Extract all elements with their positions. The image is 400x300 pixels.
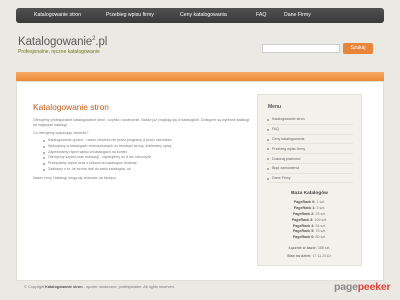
logo-title: Katalogowanie2.pl [18, 36, 108, 48]
pagepeeker-watermark: pagepeeker [334, 281, 391, 293]
top-navigation: Katalogowanie stron Przebieg wpisu firmy… [16, 8, 384, 23]
search-button[interactable]: Szukaj [343, 43, 373, 54]
sidebar-item-platnosci[interactable]: Dokonaj płatności [266, 154, 353, 164]
nav-item-ceny[interactable]: Ceny katalogowania [180, 12, 227, 18]
nav-item-przebieg[interactable]: Przebieg wpisu firmy [106, 12, 154, 18]
main-panel: Katalogowanie stron Oferujemy profesjona… [16, 81, 384, 281]
list-item: Zadbamy o to, że strona trafi do wielu k… [43, 167, 251, 173]
feature-list: Katalogowanie ręczne - nasze zlecenia ni… [43, 138, 251, 173]
site-logo[interactable]: Katalogowanie2.pl Profesjonalne, ręczne … [18, 36, 107, 55]
main-content: Katalogowanie stron Oferujemy profesjona… [33, 102, 251, 181]
sidebar-item-przebieg[interactable]: Przebieg wpisu firmy [266, 144, 353, 155]
menu-title: Menu [268, 104, 282, 110]
intro-text: Oferujemy profesjonalne katalogowanie st… [33, 118, 250, 127]
sidebar-item-ceny[interactable]: Ceny katalogowania [266, 135, 353, 145]
stats-total: Łącznie w bazie: 388 szt. [288, 246, 331, 251]
sidebar-item-katalogowanie[interactable]: Katalogowanie stron [266, 115, 353, 125]
sidebar-item-faq[interactable]: FAQ [266, 125, 353, 135]
sidebar: Menu Katalogowanie stron FAQ Ceny katalo… [257, 94, 362, 266]
outro-text: Nasze ceny i katalogi mogą się zmieniać … [33, 175, 118, 180]
stat-row: PageRank 6: 80 szt. [292, 235, 327, 240]
sidebar-menu: Katalogowanie stron FAQ Ceny katalogowan… [266, 115, 353, 184]
stats-summary: Łącznie w bazie: 388 szt. Stan na dzień:… [258, 245, 361, 260]
footer-site-link[interactable]: Katalogowanie stron [45, 285, 82, 289]
page-title: Katalogowanie stron [33, 102, 109, 112]
nav-item-katalogowanie[interactable]: Katalogowanie stron [34, 12, 81, 18]
header-band [16, 72, 384, 81]
sidebar-item-blad[interactable]: Błąd zamówienia [266, 164, 353, 174]
stats-list: PageRank 0: 1 szt. PageRank 1: 3 szt. Pa… [258, 200, 361, 241]
search-input[interactable] [262, 44, 340, 53]
question-text: Co oferujemy wykonując zlecenie? [33, 131, 89, 135]
stats-updated: Stan na dzień: 17.11.2011r. [287, 253, 332, 258]
logo-subtitle: Profesjonalne, ręczne katalogowanie [18, 49, 100, 55]
sidebar-item-dane-firmy[interactable]: Dane Firmy [266, 174, 353, 184]
nav-item-faq[interactable]: FAQ [256, 12, 266, 18]
stats-title: Baza Katalogów [291, 191, 328, 197]
nav-item-dane-firmy[interactable]: Dane Firmy [284, 12, 311, 18]
footer: © Copyright Katalogowanie stron - ręczne… [24, 285, 175, 289]
resize-arrows-icon: ⇔ [383, 280, 387, 285]
